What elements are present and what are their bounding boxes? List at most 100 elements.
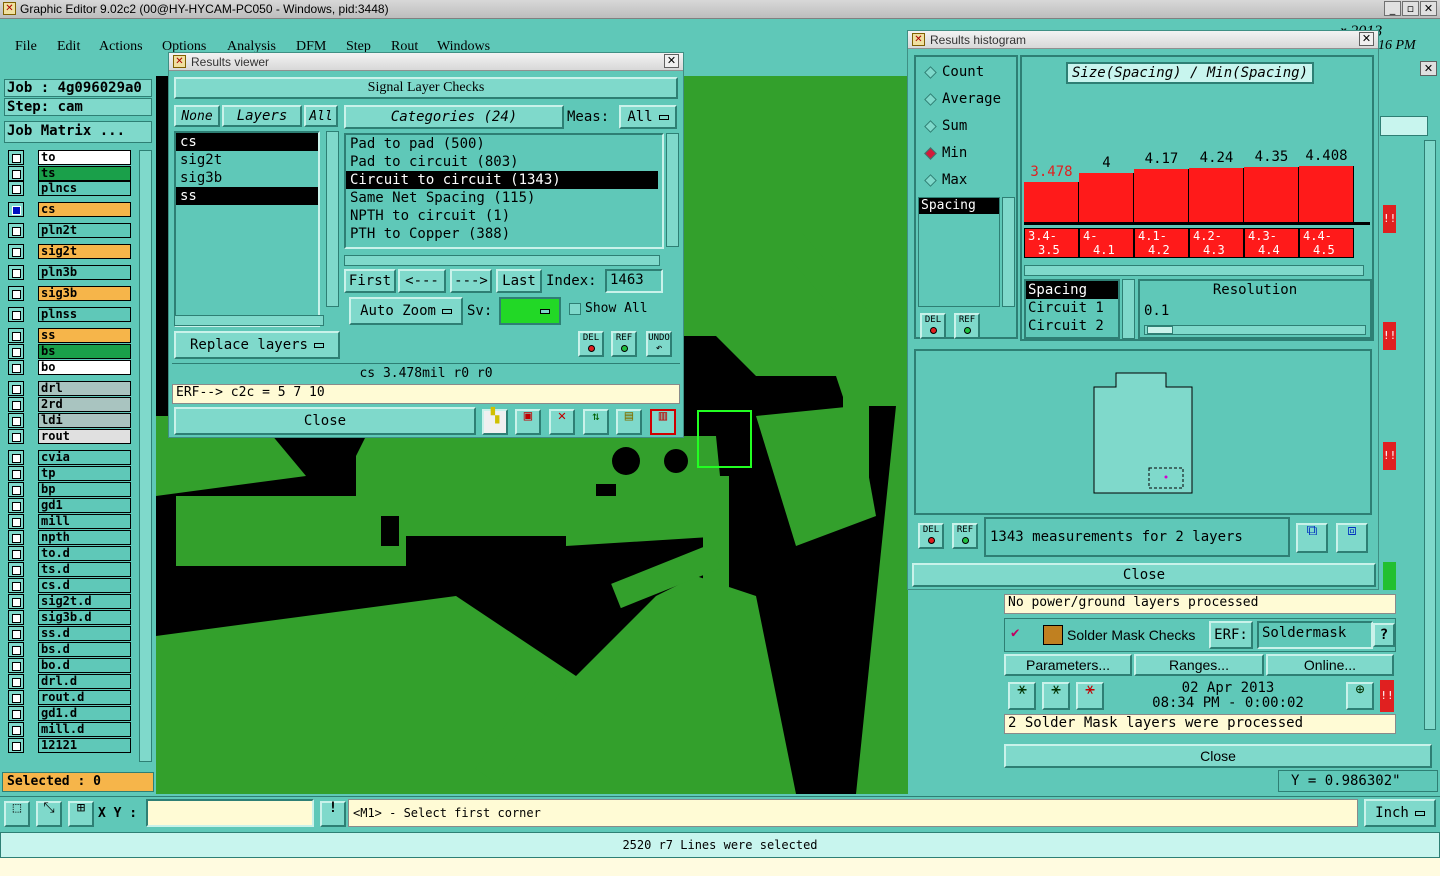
histogram-bin-label[interactable]: 4.2- 4.3 <box>1189 228 1244 258</box>
layer-row-bo-d[interactable]: bo.d <box>8 658 131 673</box>
categories-list[interactable]: Pad to pad (500) Pad to circuit (803) Ci… <box>344 133 664 249</box>
attribute-item-selected[interactable]: Spacing <box>919 198 999 214</box>
layer-row-sig2t[interactable]: sig2t <box>8 244 131 259</box>
pan-icon[interactable]: ⤡ <box>36 801 62 827</box>
histogram-bar[interactable] <box>1134 169 1189 222</box>
layer-checkbox[interactable] <box>8 181 24 196</box>
layer-checkbox[interactable] <box>8 244 24 259</box>
stat-count-radio[interactable]: Count <box>924 63 984 81</box>
layer-checkbox[interactable] <box>8 450 24 465</box>
layer-name[interactable]: sig3b <box>38 286 131 301</box>
online-button[interactable]: Online... <box>1266 654 1394 676</box>
histogram-bin-label[interactable]: 4.3- 4.4 <box>1244 228 1299 258</box>
layer-row-npth[interactable]: npth <box>8 530 131 545</box>
last-button[interactable]: Last <box>496 269 542 293</box>
grid-icon[interactable]: ⊞ <box>68 801 94 827</box>
layer-name[interactable]: bo.d <box>38 658 131 673</box>
layer-checkbox[interactable] <box>8 546 24 561</box>
layer-row-gd1[interactable]: gd1 <box>8 498 131 513</box>
run-icon-2[interactable]: ⚹ <box>1042 681 1070 710</box>
layer-name[interactable]: ts.d <box>38 562 131 577</box>
job-matrix-button[interactable]: Job Matrix ... <box>4 121 152 143</box>
show-all-checkbox[interactable] <box>569 303 581 315</box>
sv-color-dropdown[interactable] <box>499 297 561 325</box>
histogram-bin-label[interactable]: 3.4- 3.5 <box>1024 228 1079 258</box>
erf-value-field[interactable]: Soldermask <box>1257 621 1373 649</box>
layer-name[interactable]: tp <box>38 466 131 481</box>
layer-row-cvia[interactable]: cvia <box>8 450 131 465</box>
category-item[interactable]: NPTH to circuit (1) <box>346 207 662 225</box>
layer-checkbox[interactable] <box>8 482 24 497</box>
category-item[interactable]: Pad to pad (500) <box>346 135 662 153</box>
stat-average-radio[interactable]: Average <box>924 90 1001 108</box>
layer-checkbox[interactable] <box>8 328 24 343</box>
stat-min-radio[interactable]: Min <box>924 144 967 162</box>
layer-checkbox[interactable] <box>8 530 24 545</box>
layers-list[interactable]: cs sig2t sig3b ss <box>174 131 320 327</box>
layer-checkbox[interactable] <box>8 626 24 641</box>
layer-name[interactable]: cs.d <box>38 578 131 593</box>
category-item[interactable]: Circuit to circuit (1343) <box>346 171 658 189</box>
category-item[interactable]: Same Net Spacing (115) <box>346 189 662 207</box>
layer-checkbox[interactable] <box>8 466 24 481</box>
layer-row-bs-d[interactable]: bs.d <box>8 642 131 657</box>
layer-name[interactable]: pln3b <box>38 265 131 280</box>
layer-row-ss-d[interactable]: ss.d <box>8 626 131 641</box>
histogram-del-button[interactable]: DEL <box>920 313 946 339</box>
layer-name[interactable]: bp <box>38 482 131 497</box>
layer-row-drl[interactable]: drl <box>8 381 131 396</box>
layer-name[interactable]: to <box>38 150 131 165</box>
layer-name[interactable]: 2rd <box>38 397 131 412</box>
replace-layers-dropdown[interactable]: Replace layers <box>174 331 340 359</box>
layer-checkbox[interactable] <box>8 690 24 705</box>
layer-checkbox[interactable] <box>8 202 24 217</box>
layer-checkbox[interactable] <box>8 738 24 753</box>
layer-checkbox[interactable] <box>8 594 24 609</box>
preview-ref-button[interactable]: REF <box>952 523 978 549</box>
layer-name[interactable]: sig3b.d <box>38 610 131 625</box>
layer-item-ss[interactable]: ss <box>176 187 318 205</box>
layer-row-plncs[interactable]: plncs <box>8 181 131 196</box>
zoom-window-icon[interactable]: ⬚ <box>4 801 30 827</box>
colorize-tool-icon[interactable]: ▚ <box>482 409 508 435</box>
auto-zoom-dropdown[interactable]: Auto Zoom <box>349 297 463 325</box>
minimize-button[interactable]: _ <box>1384 1 1401 16</box>
layer-name[interactable]: drl <box>38 381 131 396</box>
index-input[interactable]: 1463 <box>605 269 663 293</box>
layer-checkbox[interactable] <box>8 658 24 673</box>
layer-checkbox[interactable] <box>8 514 24 529</box>
layer-row-ss[interactable]: ss <box>8 328 131 343</box>
layer-row-mill-d[interactable]: mill.d <box>8 722 131 737</box>
layer-row-12121[interactable]: 12121 <box>8 738 131 753</box>
drc-close-button[interactable]: Close <box>1004 744 1432 768</box>
layer-row-bp[interactable]: bp <box>8 482 131 497</box>
layer-row-to[interactable]: to <box>8 150 131 165</box>
attr-selector-list[interactable]: Spacing Circuit 1 Circuit 2 <box>1024 279 1120 339</box>
layer-row-pln2t[interactable]: pln2t <box>8 223 131 238</box>
layer-row-cs-d[interactable]: cs.d <box>8 578 131 593</box>
histogram-close-icon[interactable]: ✕ <box>1359 32 1374 46</box>
alert-icon[interactable]: !! <box>1383 442 1396 470</box>
layers-button[interactable]: Layers <box>222 105 302 127</box>
xy-input[interactable] <box>146 799 314 827</box>
zoom-next-icon[interactable]: ⧉ <box>1296 523 1328 553</box>
layer-checkbox[interactable] <box>8 706 24 721</box>
layer-row-ts[interactable]: ts <box>8 166 131 181</box>
histogram-ref-button[interactable]: REF <box>954 313 980 339</box>
categories-vscroll[interactable] <box>666 133 679 247</box>
categories-button[interactable]: Categories (24) <box>344 105 564 129</box>
layer-name[interactable]: mill.d <box>38 722 131 737</box>
units-dropdown[interactable]: Inch <box>1364 799 1436 827</box>
layer-row-to-d[interactable]: to.d <box>8 546 131 561</box>
histogram-bar[interactable] <box>1079 173 1134 222</box>
histogram-bar[interactable] <box>1024 182 1079 222</box>
layer-checkbox[interactable] <box>8 286 24 301</box>
layer-name[interactable]: gd1.d <box>38 706 131 721</box>
layer-name[interactable]: rout.d <box>38 690 131 705</box>
layer-checkbox[interactable] <box>8 674 24 689</box>
parameters-button[interactable]: Parameters... <box>1004 654 1132 676</box>
layer-checkbox[interactable] <box>8 344 24 359</box>
layer-name[interactable]: mill <box>38 514 131 529</box>
stat-sum-radio[interactable]: Sum <box>924 117 967 135</box>
attr-item-circuit-1[interactable]: Circuit 1 <box>1026 299 1118 317</box>
